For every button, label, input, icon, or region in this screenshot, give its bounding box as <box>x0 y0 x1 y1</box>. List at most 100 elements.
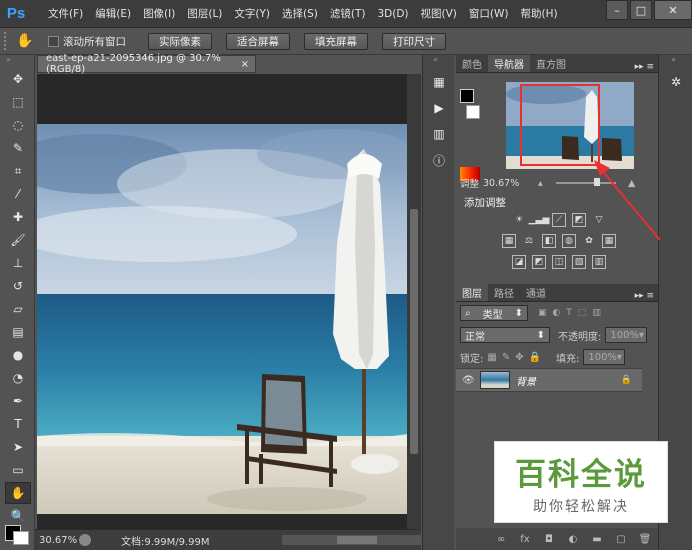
stamp-tool-icon[interactable]: ⊥ <box>5 252 31 274</box>
color-bg-swatch[interactable] <box>466 105 480 119</box>
photo-filter-icon[interactable]: ◍ <box>562 234 576 248</box>
hue-saturation-icon[interactable]: ▦ <box>502 234 516 248</box>
panel-menu-icon[interactable]: ▸▸ ≡ <box>635 62 658 72</box>
color-swatches[interactable] <box>5 519 33 545</box>
menu-view[interactable]: 视图(V) <box>415 0 463 28</box>
blur-tool-icon[interactable]: ● <box>5 344 31 366</box>
history-brush-tool-icon[interactable]: ↺ <box>5 275 31 297</box>
selective-color-icon[interactable]: ▧ <box>572 255 586 269</box>
fit-screen-button[interactable]: 适合屏幕 <box>226 32 290 50</box>
tab-channels[interactable]: 通道 <box>520 284 552 301</box>
new-layer-icon[interactable]: ▢ <box>614 532 628 546</box>
tab-layers[interactable]: 图层 <box>456 284 488 301</box>
invert-icon[interactable]: ◪ <box>512 255 526 269</box>
print-size-button[interactable]: 打印尺寸 <box>382 32 446 50</box>
threshold-icon[interactable]: ◫ <box>552 255 566 269</box>
toolbar-collapse-icon[interactable]: » <box>0 55 34 67</box>
close-tab-icon[interactable]: × <box>241 59 249 70</box>
menu-type[interactable]: 文字(Y) <box>228 0 276 28</box>
levels-icon[interactable]: ▁▃▅ <box>529 213 550 227</box>
filter-search-icon: ⌕ <box>465 307 471 319</box>
marquee-tool-icon[interactable]: ⬚ <box>5 91 31 113</box>
menu-help[interactable]: 帮助(H) <box>515 0 564 28</box>
menu-edit[interactable]: 编辑(E) <box>89 0 137 28</box>
tab-paths[interactable]: 路径 <box>488 284 520 301</box>
folder-icon[interactable]: ▬ <box>590 532 604 546</box>
healing-tool-icon[interactable]: ✚ <box>5 206 31 228</box>
canvas-vertical-scrollbar[interactable] <box>407 74 421 529</box>
fill-field[interactable]: 100% ▾ <box>583 349 626 365</box>
fill-screen-button[interactable]: 填充屏幕 <box>304 32 368 50</box>
vertical-scroll-thumb[interactable] <box>410 209 418 454</box>
minimize-icon[interactable]: – <box>606 0 628 20</box>
layer-background[interactable]: 👁 背景 🔒 <box>456 368 642 392</box>
history-panel-icon[interactable]: ▦ <box>427 71 451 93</box>
status-info-icon[interactable] <box>79 534 91 546</box>
move-tool-icon[interactable]: ✥ <box>5 68 31 90</box>
menu-image[interactable]: 图像(I) <box>137 0 181 28</box>
curves-icon[interactable]: ⟋ <box>552 213 566 227</box>
close-icon[interactable]: ✕ <box>654 0 692 20</box>
blend-mode-select[interactable]: 正常 ⬍ <box>460 327 550 343</box>
menu-filter[interactable]: 滤镜(T) <box>324 0 372 28</box>
actual-pixels-button[interactable]: 实际像素 <box>148 32 212 50</box>
mask-icon[interactable]: ◘ <box>542 532 556 546</box>
quick-select-tool-icon[interactable]: ✎ <box>5 137 31 159</box>
menu-layer[interactable]: 图层(L) <box>181 0 228 28</box>
hand-tool-icon[interactable]: ✋ <box>10 33 40 49</box>
pen-tool-icon[interactable]: ✒ <box>5 390 31 412</box>
dock-collapse-icon[interactable]: « <box>423 55 454 67</box>
shape-tool-icon[interactable]: ▭ <box>5 459 31 481</box>
menu-file[interactable]: 文件(F) <box>42 0 89 28</box>
layer-filter-icons[interactable]: ▣◐T⬚▥ <box>538 308 607 318</box>
path-select-tool-icon[interactable]: ➤ <box>5 436 31 458</box>
background-color[interactable] <box>13 531 29 545</box>
maximize-icon[interactable]: □ <box>630 0 652 20</box>
navigator-panel-icon[interactable]: ✲ <box>664 71 688 93</box>
hand-tool-icon[interactable]: ✋ <box>5 482 31 504</box>
type-tool-icon[interactable]: T <box>5 413 31 435</box>
link-icon[interactable]: ∞ <box>494 532 508 546</box>
gradient-map-icon[interactable]: ▥ <box>592 255 606 269</box>
eye-icon[interactable]: 👁 <box>462 375 475 386</box>
layers-menu-icon[interactable]: ▸▸ ≡ <box>635 291 658 301</box>
properties-panel-icon[interactable]: ▥ <box>427 123 451 145</box>
dodge-tool-icon[interactable]: ◔ <box>5 367 31 389</box>
canvas-area[interactable] <box>37 74 421 529</box>
menu-window[interactable]: 窗口(W) <box>463 0 515 28</box>
fx-icon[interactable]: fx <box>518 532 532 546</box>
black-white-icon[interactable]: ◧ <box>542 234 556 248</box>
eraser-tool-icon[interactable]: ▱ <box>5 298 31 320</box>
tab-color[interactable]: 颜色 <box>456 55 488 72</box>
crop-tool-icon[interactable]: ⌗ <box>5 160 31 182</box>
brush-tool-icon[interactable]: 🖌 <box>5 229 31 251</box>
eyedropper-tool-icon[interactable]: ⁄ <box>5 183 31 205</box>
zoom-level[interactable]: 30.67% <box>35 535 79 546</box>
zoom-out-icon[interactable]: ▴ <box>538 178 543 189</box>
tab-histogram[interactable]: 直方图 <box>530 55 572 72</box>
layer-filter-select[interactable]: ⌕ 类型 ⬍ <box>460 305 528 321</box>
lock-icons[interactable]: ▦✎✥🔒 <box>487 352 546 363</box>
brightness-icon[interactable]: ☀ <box>512 213 526 227</box>
color-panel-swatches[interactable] <box>460 89 480 181</box>
color-fg-swatch[interactable] <box>460 89 474 103</box>
color-balance-icon[interactable]: ⚖ <box>522 234 536 248</box>
adjustment-layer-icon[interactable]: ◐ <box>566 532 580 546</box>
lasso-tool-icon[interactable]: ◌ <box>5 114 31 136</box>
window-controls: – □ ✕ <box>604 0 692 20</box>
actions-panel-icon[interactable]: ▶ <box>427 97 451 119</box>
canvas-horizontal-scrollbar[interactable] <box>282 535 432 545</box>
trash-icon[interactable]: 🗑 <box>638 532 652 546</box>
info-panel-icon[interactable]: ⓘ <box>427 149 451 171</box>
navigator-zoom-value[interactable]: 30.67% <box>483 178 519 189</box>
tab-navigator[interactable]: 导航器 <box>488 55 530 72</box>
gradient-tool-icon[interactable]: ▤ <box>5 321 31 343</box>
right-dock-collapse-icon[interactable]: « <box>659 55 692 67</box>
posterize-icon[interactable]: ◩ <box>532 255 546 269</box>
horizontal-scroll-thumb[interactable] <box>337 536 377 544</box>
menu-select[interactable]: 选择(S) <box>276 0 324 28</box>
scroll-all-checkbox[interactable] <box>48 35 59 47</box>
menu-3d[interactable]: 3D(D) <box>371 0 414 28</box>
document-tab[interactable]: east-ep-a21-2095346.jpg @ 30.7%(RGB/8) × <box>37 53 256 75</box>
opacity-field[interactable]: 100% ▾ <box>605 327 648 343</box>
